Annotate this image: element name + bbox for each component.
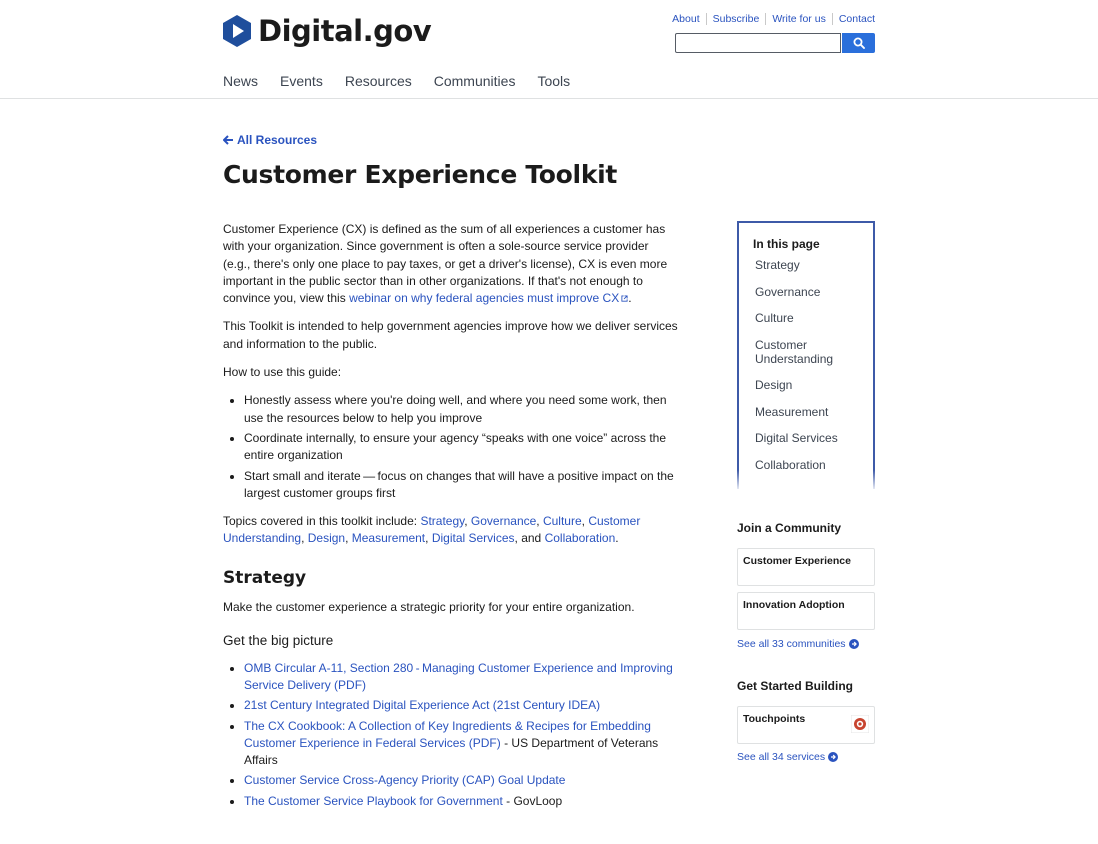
resource-link[interactable]: 21st Century Integrated Digital Experien… xyxy=(244,698,600,712)
topics-end: . xyxy=(615,531,619,546)
write-for-us-link[interactable]: Write for us xyxy=(765,13,831,25)
resource-source: - GovLoop xyxy=(502,793,563,808)
search-icon xyxy=(853,37,865,49)
card-title: Touchpoints xyxy=(743,713,806,725)
site-logo[interactable]: Digital.gov xyxy=(222,14,432,48)
search-input[interactable] xyxy=(675,33,841,53)
toc-item-customer-understanding[interactable]: Customer Understanding xyxy=(755,338,855,366)
guide-list: Honestly assess where you're doing well,… xyxy=(223,392,678,502)
topics-paragraph: Topics covered in this toolkit include: … xyxy=(223,514,641,546)
card-title: Customer Experience xyxy=(743,555,851,567)
list-item: Honestly assess where you're doing well,… xyxy=(244,392,678,427)
toc-item-digital-services[interactable]: Digital Services xyxy=(755,431,855,445)
contact-link[interactable]: Contact xyxy=(831,13,875,25)
nav-news[interactable]: News xyxy=(223,73,258,89)
article-body: Customer Experience (CX) is defined as t… xyxy=(223,221,678,821)
subscribe-link[interactable]: Subscribe xyxy=(705,13,766,25)
toc-item-design[interactable]: Design xyxy=(755,378,855,392)
see-all-services-link[interactable]: See all 34 services xyxy=(737,751,839,763)
list-item: Start small and iterate — focus on chang… xyxy=(244,468,678,503)
touchpoints-icon xyxy=(851,715,869,733)
toc-item-governance[interactable]: Governance xyxy=(755,285,855,299)
resource-link[interactable]: The Customer Service Playbook for Govern… xyxy=(244,794,503,808)
in-page-nav: In this page Strategy Governance Culture… xyxy=(737,221,875,489)
webinar-link[interactable]: webinar on why federal agencies must imp… xyxy=(349,291,628,305)
toc-item-culture[interactable]: Culture xyxy=(755,311,855,325)
utility-links: About Subscribe Write for us Contact xyxy=(666,13,875,25)
topic-link-governance[interactable]: Governance xyxy=(471,514,536,528)
topics-and: and xyxy=(521,531,542,546)
toc-item-strategy[interactable]: Strategy xyxy=(755,258,855,272)
list-item: 21st Century Integrated Digital Experien… xyxy=(244,697,678,714)
arrow-circle-right-icon xyxy=(848,639,859,649)
about-link[interactable]: About xyxy=(666,13,705,25)
see-all-communities-link[interactable]: See all 33 communities xyxy=(737,638,859,650)
strategy-heading: Strategy xyxy=(223,567,307,588)
see-all-communities-label: See all 33 communities xyxy=(737,638,846,650)
toc-item-measurement[interactable]: Measurement xyxy=(755,405,855,419)
primary-nav: News Events Resources Communities Tools xyxy=(223,73,592,89)
all-resources-link[interactable]: All Resources xyxy=(223,133,317,147)
digitalgov-logo-icon xyxy=(223,15,251,47)
toolkit-purpose: This Toolkit is intended to help governm… xyxy=(223,319,678,351)
list-item: OMB Circular A-11, Section 280 - Managin… xyxy=(244,660,678,695)
resource-link[interactable]: Customer Service Cross-Agency Priority (… xyxy=(244,773,565,787)
topics-prefix: Topics covered in this toolkit include: xyxy=(223,514,421,529)
topic-link-culture[interactable]: Culture xyxy=(543,514,582,528)
nav-resources[interactable]: Resources xyxy=(345,73,412,89)
topic-link-collaboration[interactable]: Collaboration xyxy=(545,531,616,545)
join-community-heading: Join a Community xyxy=(737,521,842,535)
topic-link-strategy[interactable]: Strategy xyxy=(420,514,464,528)
arrow-circle-right-icon xyxy=(828,752,839,762)
topic-link-design[interactable]: Design xyxy=(308,531,345,545)
list-item: Coordinate internally, to ensure your ag… xyxy=(244,430,678,465)
logo-text: Digital.gov xyxy=(258,14,432,48)
arrow-left-icon xyxy=(223,135,233,145)
community-card-innovation-adoption[interactable]: Innovation Adoption xyxy=(737,592,875,630)
search-button[interactable] xyxy=(842,33,875,53)
list-item: Customer Service Cross-Agency Priority (… xyxy=(244,772,678,789)
topic-link-digital-services[interactable]: Digital Services xyxy=(432,531,515,545)
get-started-building-heading: Get Started Building xyxy=(737,679,854,693)
community-card-customer-experience[interactable]: Customer Experience xyxy=(737,548,875,586)
nav-events[interactable]: Events xyxy=(280,73,323,89)
topic-link-measurement[interactable]: Measurement xyxy=(352,531,425,545)
intro-end: . xyxy=(628,291,632,306)
search-form xyxy=(675,33,875,53)
list-item: The Customer Service Playbook for Govern… xyxy=(244,793,678,810)
how-to-use-label: How to use this guide: xyxy=(223,365,342,380)
toc-fade xyxy=(735,470,877,492)
service-card-touchpoints[interactable]: Touchpoints xyxy=(737,706,875,744)
toc-title: In this page xyxy=(753,237,820,251)
big-picture-heading: Get the big picture xyxy=(223,633,334,649)
webinar-link-label: webinar on why federal agencies must imp… xyxy=(349,291,620,306)
all-resources-label: All Resources xyxy=(237,133,318,147)
nav-tools[interactable]: Tools xyxy=(537,73,570,89)
resource-list: OMB Circular A-11, Section 280 - Managin… xyxy=(223,660,678,810)
see-all-services-label: See all 34 services xyxy=(737,751,826,763)
strategy-description: Make the customer experience a strategic… xyxy=(223,600,635,615)
nav-communities[interactable]: Communities xyxy=(434,73,516,89)
intro-paragraph: Customer Experience (CX) is defined as t… xyxy=(223,221,678,307)
resource-link[interactable]: OMB Circular A-11, Section 280 - Managin… xyxy=(244,661,673,692)
list-item: The CX Cookbook: A Collection of Key Ing… xyxy=(244,718,678,770)
site-header: Digital.gov About Subscribe Write for us… xyxy=(0,0,1098,99)
card-title: Innovation Adoption xyxy=(743,599,845,611)
page-title: Customer Experience Toolkit xyxy=(223,160,618,189)
